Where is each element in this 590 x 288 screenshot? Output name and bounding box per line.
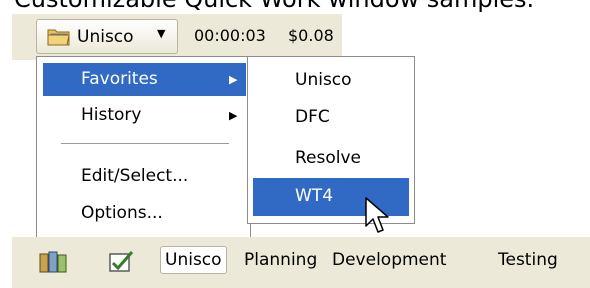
menu-item-favorites[interactable]: Favorites ▶ (43, 63, 246, 96)
submenu-item-label: WT4 (295, 186, 334, 206)
submenu-item-dfc[interactable]: DFC (253, 99, 409, 137)
menu-item-label: Edit/Select... (81, 166, 189, 186)
dropdown-label: Unisco (77, 27, 134, 47)
menu-item-history[interactable]: History ▶ (43, 99, 246, 132)
tab-development[interactable]: Development (332, 250, 446, 270)
menu-item-label: Options... (81, 203, 163, 223)
menu-item-options[interactable]: Options... (43, 197, 246, 230)
tab-planning[interactable]: Planning (244, 250, 317, 270)
mouse-pointer-icon (365, 197, 389, 233)
chevron-right-icon: ▶ (229, 73, 238, 86)
checkbox-icon[interactable] (106, 249, 136, 275)
submenu-item-label: Unisco (295, 70, 352, 90)
submenu-item-resolve[interactable]: Resolve (253, 140, 409, 178)
project-tabs-toolbar: Unisco Planning Development Testing (12, 237, 590, 288)
tab-testing[interactable]: Testing (498, 250, 558, 270)
submenu-item-label: Resolve (295, 148, 362, 168)
quick-work-toolbar: Unisco ▼ 00:00:03 $0.08 (12, 14, 342, 60)
elapsed-timer: 00:00:03 (194, 26, 266, 45)
caption-text: Customizable Quick Work window samples. (14, 0, 534, 13)
chevron-down-icon: ▼ (157, 27, 166, 40)
menu-separator (61, 143, 229, 144)
chevron-right-icon: ▶ (229, 109, 238, 122)
folder-icon (47, 29, 70, 46)
menu-item-edit-select[interactable]: Edit/Select... (43, 160, 246, 193)
cost-value: $0.08 (288, 26, 334, 45)
dropdown-menu: Favorites ▶ History ▶ Edit/Select... Opt… (36, 56, 251, 241)
tab-unisco[interactable]: Unisco (160, 246, 227, 274)
submenu-item-unisco[interactable]: Unisco (253, 62, 409, 100)
project-dropdown-button[interactable]: Unisco ▼ (36, 19, 178, 54)
submenu-item-label: DFC (295, 107, 330, 127)
columns-icon[interactable] (38, 249, 68, 275)
menu-item-label: History (81, 105, 142, 125)
menu-item-label: Favorites (81, 69, 158, 89)
